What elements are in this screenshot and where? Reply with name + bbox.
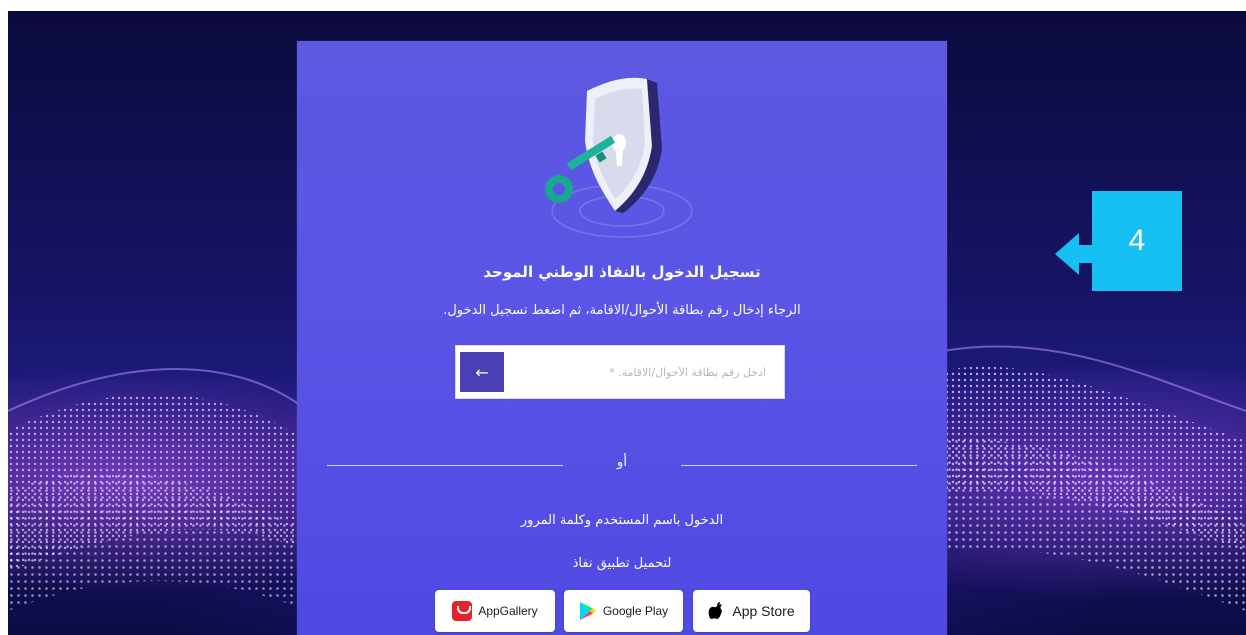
apple-icon — [709, 602, 723, 619]
app-store-button[interactable]: App Store — [693, 590, 810, 632]
google-play-label: Google Play — [602, 604, 669, 618]
appgallery-button[interactable]: AppGallery — [435, 590, 555, 632]
background-stage: تسجيل الدخول بالنفاذ الوطني الموحد الرجا… — [8, 11, 1246, 635]
id-number-input[interactable] — [508, 346, 778, 398]
divider-right — [681, 465, 917, 466]
arrow-left-icon: ← — [475, 362, 489, 382]
divider-left — [327, 465, 563, 466]
id-number-field: ← — [455, 345, 785, 399]
shield-key-icon — [545, 77, 693, 238]
appgallery-icon — [452, 601, 473, 621]
username-password-login-link[interactable]: الدخول باسم المستخدم وكلمة المرور — [297, 513, 947, 528]
page-title: تسجيل الدخول بالنفاذ الوطني الموحد — [483, 263, 761, 281]
download-app-label: لتحميل تطبيق نفاذ — [572, 556, 672, 571]
login-card: تسجيل الدخول بالنفاذ الوطني الموحد الرجا… — [297, 41, 947, 635]
step-number-badge: 4 — [1092, 191, 1182, 291]
submit-button[interactable]: ← — [460, 352, 504, 392]
google-play-button[interactable]: Google Play — [564, 590, 683, 632]
appgallery-label: AppGallery — [478, 604, 538, 618]
instruction-text: الرجاء إدخال رقم بطاقة الأحوال/الاقامة، … — [443, 303, 801, 318]
or-separator: أو — [617, 455, 627, 470]
google-play-icon — [579, 602, 596, 620]
app-store-label: App Store — [732, 603, 795, 619]
